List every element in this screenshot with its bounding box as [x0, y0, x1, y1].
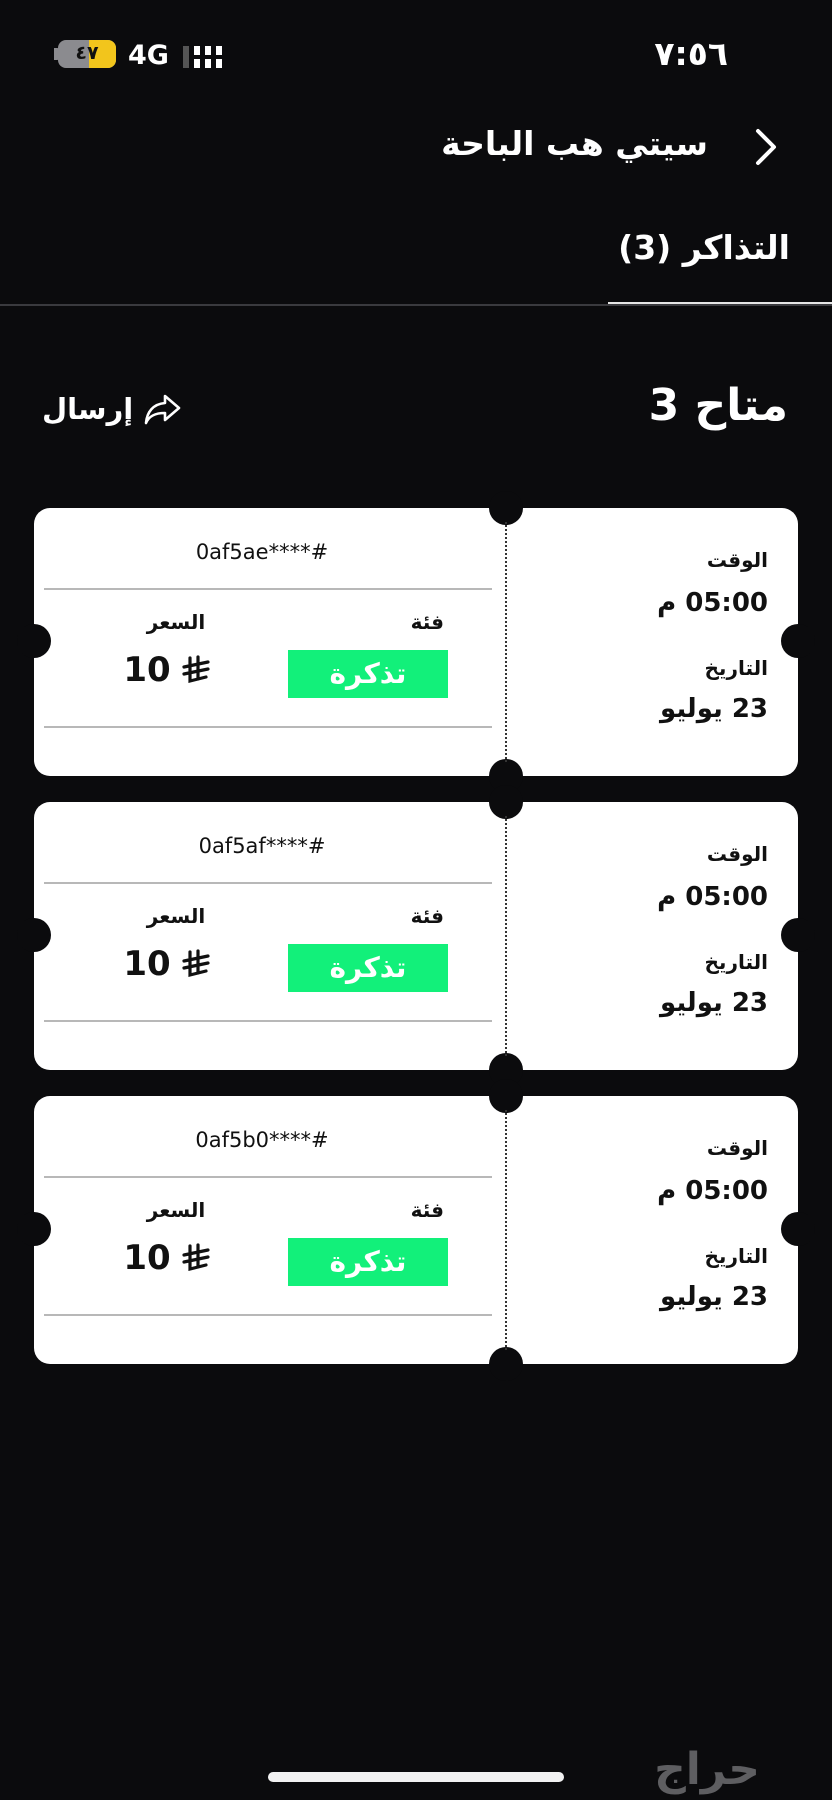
signal-bars-icon — [183, 46, 222, 68]
send-label: إرسال — [42, 392, 134, 426]
time-label: الوقت — [706, 1136, 768, 1160]
price-label: السعر — [146, 1198, 206, 1222]
ticket-notch — [17, 918, 51, 952]
riyal-symbol-icon — [182, 949, 210, 978]
watermark-logo: حراج — [654, 1744, 760, 1795]
share-arrow-icon — [144, 394, 181, 425]
ticket-notch — [17, 624, 51, 658]
ticket-code: 0af5ae****# — [195, 540, 329, 564]
ticket-notch — [489, 1079, 523, 1113]
battery-percentage: ٤٧ — [75, 42, 99, 64]
date-value: 23 يوليو — [660, 1282, 768, 1312]
ticket-card[interactable]: 0af5af****# السعر 10 فئة تذكرة دخول الوق… — [17, 785, 815, 1087]
ticket-notch — [489, 491, 523, 525]
ticket-notch — [17, 1212, 51, 1246]
category-label: فئة — [410, 904, 444, 928]
price-label: السعر — [146, 904, 206, 928]
date-value: 23 يوليو — [660, 988, 768, 1018]
category-badge: تذكرة دخول — [288, 944, 448, 1032]
ticket-perforation — [505, 522, 507, 762]
price-value: 10 — [92, 944, 242, 984]
ticket-card[interactable]: 0af5b0****# السعر 10 فئة تذكرة دخول الوق… — [17, 1079, 815, 1381]
date-label: التاريخ — [704, 656, 768, 680]
network-type: 4G — [128, 40, 169, 71]
ticket-code: 0af5af****# — [198, 834, 326, 858]
price-amount: 10 — [123, 944, 171, 984]
divider — [44, 1020, 492, 1022]
divider — [44, 588, 492, 590]
ticket-notch — [489, 785, 523, 819]
price-amount: 10 — [123, 1238, 171, 1278]
time-label: الوقت — [706, 548, 768, 572]
date-value: 23 يوليو — [660, 694, 768, 724]
header-divider — [0, 304, 832, 306]
send-button[interactable]: إرسال — [42, 388, 183, 430]
home-indicator[interactable] — [268, 1772, 564, 1782]
battery-tip — [54, 48, 59, 60]
price-value: 10 — [92, 650, 242, 690]
category-badge: تذكرة دخول — [288, 1238, 448, 1326]
venue-title: سيتي هب الباحة — [441, 124, 708, 163]
riyal-symbol-icon — [182, 1243, 210, 1272]
ticket-notch — [781, 918, 815, 952]
ticket-perforation — [505, 816, 507, 1056]
date-label: التاريخ — [704, 950, 768, 974]
battery-indicator: ٤٧ — [58, 40, 116, 68]
divider — [44, 1176, 492, 1178]
tab-tickets-label: التذاكر (3) — [618, 228, 790, 267]
ticket-perforation — [505, 1110, 507, 1350]
price-label: السعر — [146, 610, 206, 634]
time-value: 05:00 م — [657, 882, 768, 912]
riyal-symbol-icon — [182, 655, 210, 684]
divider — [44, 1314, 492, 1316]
time-value: 05:00 م — [657, 588, 768, 618]
date-label: التاريخ — [704, 1244, 768, 1268]
ticket-card[interactable]: 0af5ae****# السعر 10 فئة تذكرة دخول الوق… — [17, 491, 815, 793]
category-label: فئة — [410, 610, 444, 634]
ticket-notch — [781, 624, 815, 658]
ticket-code: 0af5b0****# — [195, 1128, 329, 1152]
time-label: الوقت — [706, 842, 768, 866]
time-value: 05:00 م — [657, 1176, 768, 1206]
ticket-notch — [489, 1347, 523, 1381]
tab-tickets[interactable]: التذاكر (3) — [608, 222, 832, 306]
available-count: متاح 3 — [648, 380, 788, 431]
chevron-right-icon[interactable] — [748, 127, 784, 167]
category-label: فئة — [410, 1198, 444, 1222]
app-screen: ٤٧ 4G ٧:٥٦ سيتي هب الباحة التذاكر (3) مت… — [0, 0, 832, 1800]
price-amount: 10 — [123, 650, 171, 690]
status-time: ٧:٥٦ — [654, 34, 728, 73]
ticket-notch — [781, 1212, 815, 1246]
price-value: 10 — [92, 1238, 242, 1278]
divider — [44, 726, 492, 728]
divider — [44, 882, 492, 884]
category-badge: تذكرة دخول — [288, 650, 448, 738]
